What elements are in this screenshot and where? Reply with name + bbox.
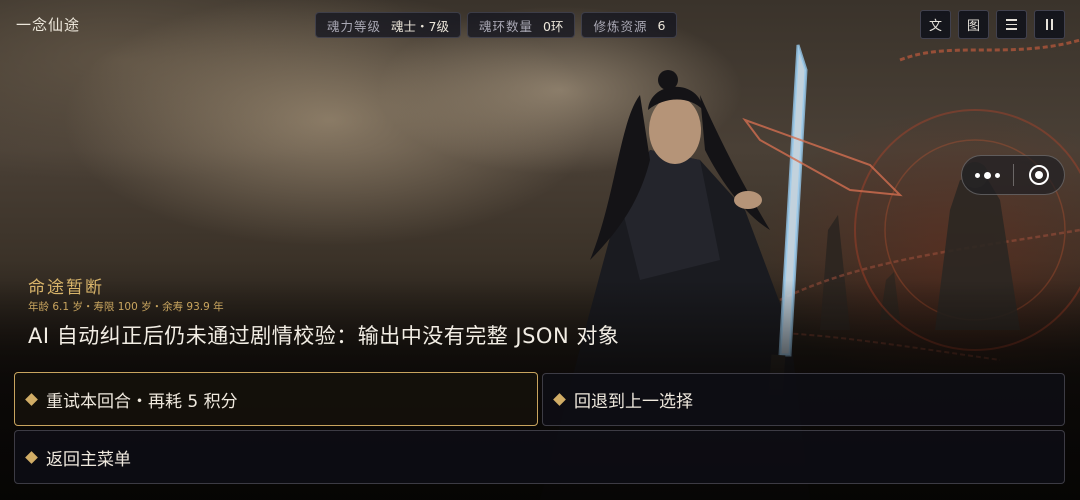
- menu-button[interactable]: [996, 10, 1027, 39]
- stat-soul-level: 魂力等级 魂士・7级: [315, 12, 461, 38]
- stat-resources: 修炼资源 6: [581, 12, 678, 38]
- chapter-title: 命途暂断: [28, 278, 104, 298]
- choice-label: 回退到上一选择: [574, 392, 693, 412]
- diamond-icon: [25, 450, 38, 464]
- stat-label: 魂环数量: [478, 18, 533, 34]
- stat-soul-rings: 魂环数量 0环: [466, 12, 576, 38]
- pause-icon: [1046, 19, 1053, 30]
- stat-value: 0环: [542, 18, 564, 34]
- close-button[interactable]: [1014, 156, 1065, 194]
- image-mode-label: 图: [966, 19, 980, 34]
- choice-label: 返回主菜单: [46, 449, 131, 470]
- stat-label: 修炼资源: [593, 18, 648, 34]
- stats-bar: 魂力等级 魂士・7级 魂环数量 0环 修炼资源 6: [315, 12, 678, 38]
- more-dots-icon: [974, 171, 1000, 179]
- target-circle-icon: [1028, 165, 1049, 185]
- toolbar: 文 图: [920, 10, 1065, 39]
- image-mode-button[interactable]: 图: [958, 10, 989, 39]
- diamond-icon: [25, 392, 38, 406]
- choice-retry-button[interactable]: 重试本回合・再耗 5 积分: [14, 372, 538, 426]
- text-mode-label: 文: [928, 19, 942, 34]
- stat-value: 魂士・7级: [391, 18, 449, 34]
- mini-program-capsule: [961, 155, 1065, 195]
- story-message: AI 自动纠正后仍未通过剧情校验：输出中没有完整 JSON 对象: [28, 324, 620, 348]
- menu-icon: [1006, 19, 1017, 30]
- stat-label: 魂力等级: [327, 18, 382, 34]
- diamond-icon: [553, 393, 566, 406]
- choice-label: 重试本回合・再耗 5 积分: [46, 391, 238, 412]
- app-title: 一念仙途: [16, 16, 81, 34]
- choice-main-menu-button[interactable]: 返回主菜单: [14, 430, 1065, 484]
- more-button[interactable]: [962, 156, 1013, 194]
- age-info: 年龄 6.1 岁・寿限 100 岁・余寿 93.9 年: [28, 301, 224, 313]
- stat-value: 6: [657, 17, 666, 33]
- text-mode-button[interactable]: 文: [920, 10, 951, 39]
- pause-button[interactable]: [1034, 10, 1065, 39]
- choice-rollback-button[interactable]: 回退到上一选择: [542, 373, 1065, 426]
